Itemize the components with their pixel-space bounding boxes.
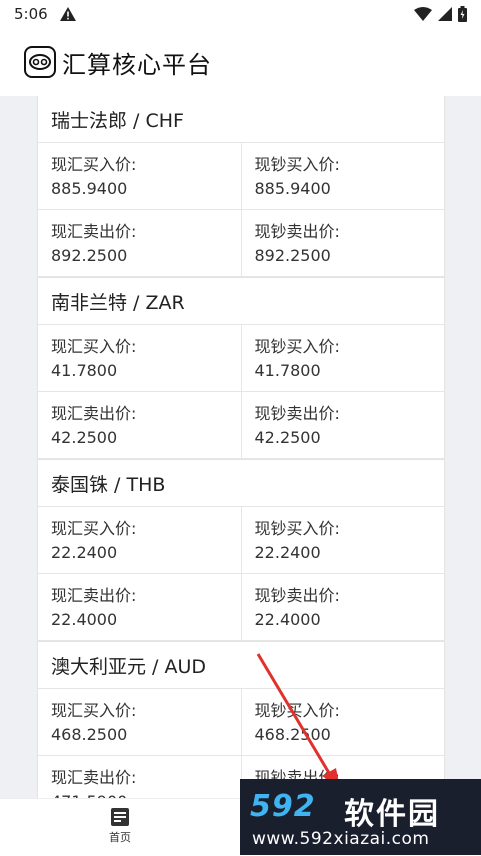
transfer-buy-value: 885.9400 <box>51 179 128 198</box>
cash-buy-value: 22.2400 <box>254 543 321 562</box>
cash-buy-value: 885.9400 <box>254 179 331 198</box>
sell-row: 现汇卖出价: 42.2500 现钞卖出价: 42.2500 <box>38 392 444 459</box>
currency-name: 泰国铢 / THB <box>38 460 444 507</box>
buy-row: 现汇买入价: 41.7800 现钞买入价: 41.7800 <box>38 325 444 392</box>
transfer-sell-value: 22.4000 <box>51 610 118 629</box>
transfer-buy-cell: 现汇买入价: 468.2500 <box>38 689 241 755</box>
cash-sell-value: 22.4000 <box>254 610 321 629</box>
app-logo-icon <box>24 46 56 78</box>
app-bar: 汇算核心平台 <box>0 28 481 96</box>
watermark-badge: 592 软件园 www.592xiazai.com <box>240 779 481 855</box>
status-time: 5:06 <box>14 5 48 23</box>
currency-name: 瑞士法郎 / CHF <box>38 96 444 143</box>
cash-sell-label: 现钞卖出价: <box>254 222 340 241</box>
rate-list: 瑞士法郎 / CHF 现汇买入价: 885.9400 现钞买入价: 885.94… <box>37 96 445 798</box>
signal-icon <box>438 7 452 21</box>
cash-sell-value: 892.2500 <box>254 246 331 265</box>
cash-sell-cell: 现钞卖出价: 22.4000 <box>240 574 445 640</box>
transfer-sell-cell: 现汇卖出价: 22.4000 <box>38 574 241 640</box>
transfer-sell-cell: 现汇卖出价: 892.2500 <box>38 210 241 276</box>
cash-buy-cell: 现钞买入价: 41.7800 <box>240 325 445 391</box>
nav-home-tab[interactable]: 首页 <box>100 807 140 845</box>
currency-name: 南非兰特 / ZAR <box>38 278 444 325</box>
currency-name: 澳大利亚元 / AUD <box>38 642 444 689</box>
transfer-buy-cell: 现汇买入价: 22.2400 <box>38 507 241 573</box>
currency-card-thb: 泰国铢 / THB 现汇买入价: 22.2400 现钞买入价: 22.2400 … <box>37 460 445 642</box>
rate-list-container[interactable]: 瑞士法郎 / CHF 现汇买入价: 885.9400 现钞买入价: 885.94… <box>0 96 481 798</box>
transfer-buy-value: 468.2500 <box>51 725 128 744</box>
transfer-sell-cell: 现汇卖出价: 42.2500 <box>38 392 241 458</box>
transfer-buy-label: 现汇买入价: <box>51 155 137 174</box>
annotation-arrow-icon <box>256 653 340 788</box>
cash-buy-label: 现钞买入价: <box>254 155 340 174</box>
transfer-sell-label: 现汇卖出价: <box>51 404 137 423</box>
transfer-buy-value: 22.2400 <box>51 543 118 562</box>
transfer-sell-value: 42.2500 <box>51 428 118 447</box>
transfer-sell-label: 现汇卖出价: <box>51 222 137 241</box>
cash-buy-label: 现钞买入价: <box>254 519 340 538</box>
warning-icon <box>59 7 76 21</box>
transfer-sell-label: 现汇卖出价: <box>51 586 137 605</box>
currency-card-zar: 南非兰特 / ZAR 现汇买入价: 41.7800 现钞买入价: 41.7800… <box>37 278 445 460</box>
transfer-sell-value: 471.5900 <box>51 790 241 798</box>
cash-sell-label: 现钞卖出价: <box>254 586 340 605</box>
cash-sell-label: 现钞卖出价: <box>254 404 340 423</box>
transfer-buy-cell: 现汇买入价: 885.9400 <box>38 143 241 209</box>
buy-row: 现汇买入价: 885.9400 现钞买入价: 885.9400 <box>38 143 444 210</box>
sell-row: 现汇卖出价: 22.4000 现钞卖出价: 22.4000 <box>38 574 444 641</box>
cash-buy-label: 现钞买入价: <box>254 337 340 356</box>
currency-card-chf: 瑞士法郎 / CHF 现汇买入价: 885.9400 现钞买入价: 885.94… <box>37 96 445 278</box>
transfer-buy-label: 现汇买入价: <box>51 337 137 356</box>
status-bar: 5:06 <box>0 0 481 28</box>
transfer-sell-label: 现汇卖出价: <box>51 768 137 787</box>
transfer-buy-value: 41.7800 <box>51 361 118 380</box>
nav-home-label: 首页 <box>109 831 131 844</box>
transfer-buy-label: 现汇买入价: <box>51 701 137 720</box>
app-title: 汇算核心平台 <box>62 50 212 79</box>
battery-icon <box>458 6 467 22</box>
cash-sell-cell: 现钞卖出价: 42.2500 <box>240 392 445 458</box>
watermark-url: www.592xiazai.com <box>252 829 430 849</box>
cash-buy-value: 41.7800 <box>254 361 321 380</box>
cash-sell-value: 42.2500 <box>254 428 321 447</box>
transfer-sell-cell: 现汇卖出价: 471.5900 <box>38 756 241 798</box>
transfer-buy-cell: 现汇买入价: 41.7800 <box>38 325 241 391</box>
watermark-name: 软件园 <box>344 797 440 832</box>
home-icon <box>111 808 129 826</box>
cash-sell-cell: 现钞卖出价: 892.2500 <box>240 210 445 276</box>
watermark-logo: 592 <box>250 789 316 824</box>
buy-row: 现汇买入价: 468.2500 现钞买入价: 468.2500 <box>38 689 444 756</box>
sell-row: 现汇卖出价: 892.2500 现钞卖出价: 892.2500 <box>38 210 444 277</box>
cash-buy-cell: 现钞买入价: 885.9400 <box>240 143 445 209</box>
currency-card-aud: 澳大利亚元 / AUD 现汇买入价: 468.2500 现钞买入价: 468.2… <box>37 642 445 798</box>
cash-buy-cell: 现钞买入价: 22.2400 <box>240 507 445 573</box>
buy-row: 现汇买入价: 22.2400 现钞买入价: 22.2400 <box>38 507 444 574</box>
transfer-sell-value: 892.2500 <box>51 246 128 265</box>
wifi-icon <box>414 7 432 21</box>
transfer-buy-label: 现汇买入价: <box>51 519 137 538</box>
